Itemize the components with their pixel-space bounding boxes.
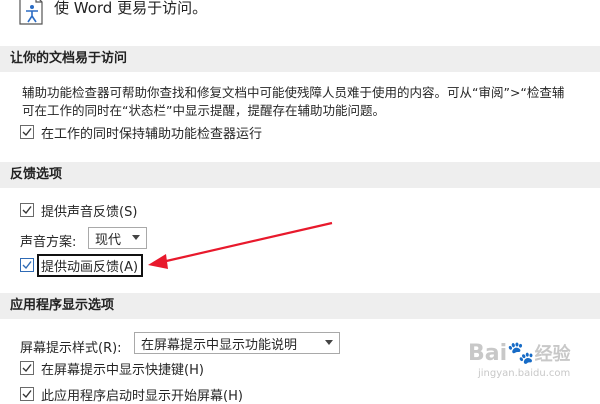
sound-scheme-value: 现代 bbox=[95, 232, 122, 248]
show-start-screen-label: 此应用程序启动时显示开始屏幕(H) bbox=[41, 388, 243, 404]
watermark-brand: Bai🐾经验 bbox=[468, 340, 571, 366]
accessibility-description-line2: 可在工作的同时在“状态栏”中显示提醒，提醒存在辅助功能问题。 bbox=[22, 103, 385, 118]
sound-scheme-label: 声音方案: bbox=[20, 235, 77, 250]
accessibility-description-line1: 辅助功能检查器可帮助你查找和修复文档中可能使残障人员难于使用的内容。可从“审阅”… bbox=[22, 85, 565, 100]
screentip-style-label: 屏幕提示样式(R): bbox=[20, 341, 122, 356]
show-start-screen-checkbox[interactable] bbox=[20, 387, 34, 401]
watermark-suffix-text: 经验 bbox=[534, 344, 571, 365]
keep-checker-running-label: 在工作的同时保持辅助功能检查器运行 bbox=[41, 126, 263, 142]
show-shortcuts-option[interactable]: 在屏幕提示中显示快捷键(H) bbox=[20, 358, 204, 378]
sound-feedback-checkbox[interactable] bbox=[20, 203, 34, 217]
section-header-feedback: 反馈选项 bbox=[0, 162, 600, 188]
section-header-accessibility: 让你的文档易于访问 bbox=[0, 46, 600, 72]
sound-feedback-label: 提供声音反馈(S) bbox=[41, 204, 138, 220]
header-text: 使 Word 更易于访问。 bbox=[54, 0, 208, 17]
watermark-brand-text: Bai bbox=[468, 341, 508, 366]
animation-feedback-checkbox[interactable] bbox=[20, 258, 34, 272]
paw-icon: 🐾 bbox=[507, 341, 535, 366]
show-start-screen-option[interactable]: 此应用程序启动时显示开始屏幕(H) bbox=[20, 384, 243, 404]
sound-feedback-option[interactable]: 提供声音反馈(S) bbox=[20, 200, 137, 220]
show-shortcuts-label: 在屏幕提示中显示快捷键(H) bbox=[41, 362, 204, 378]
section-header-display: 应用程序显示选项 bbox=[0, 293, 600, 319]
chevron-down-icon bbox=[325, 340, 333, 345]
accessibility-document-icon bbox=[17, 0, 47, 26]
annotation-arrow-icon bbox=[148, 221, 333, 269]
watermark-url: jingyan.baidu.com bbox=[478, 368, 571, 379]
screentip-style-value: 在屏幕提示中显示功能说明 bbox=[141, 337, 298, 353]
sound-scheme-dropdown[interactable]: 现代 bbox=[88, 227, 147, 249]
screentip-style-dropdown[interactable]: 在屏幕提示中显示功能说明 bbox=[134, 332, 340, 354]
show-shortcuts-checkbox[interactable] bbox=[20, 361, 34, 375]
chevron-down-icon bbox=[132, 235, 140, 240]
annotation-highlight-box bbox=[37, 254, 143, 277]
keep-checker-running-checkbox[interactable] bbox=[20, 125, 34, 139]
keep-checker-running-option[interactable]: 在工作的同时保持辅助功能检查器运行 bbox=[20, 122, 262, 142]
